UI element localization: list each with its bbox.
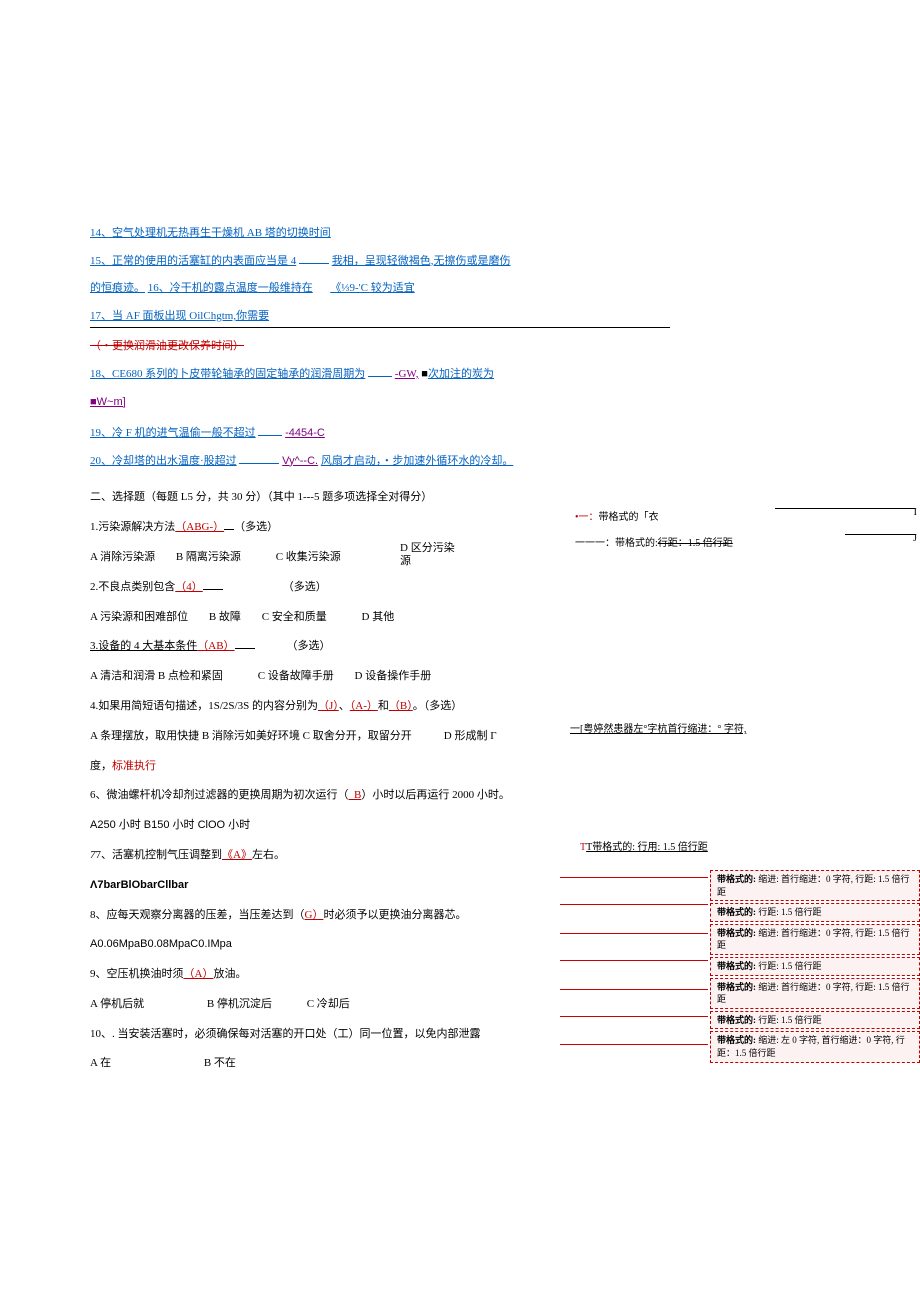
connector-7 bbox=[560, 1044, 708, 1045]
top-callout-note: TT带格式的: 行用: 1.5 倍行距 bbox=[580, 838, 708, 853]
callout-2: 带格式的: 行距: 1.5 倍行距 bbox=[710, 903, 920, 922]
q18b: ■W~m] bbox=[90, 394, 670, 412]
q6-opts: A250 小时 B150 小时 ClOO 小时 bbox=[90, 816, 670, 836]
q19: 19、冷 F 机的进气温偷一般不超过 -4454-C bbox=[90, 425, 670, 443]
q10-stem: 10、. 当安装活塞时，必须确保每对活塞的开口处（工）同一位置，以免内部泄露 bbox=[90, 1025, 670, 1045]
q7-opts: Λ7barBlObarCllbar bbox=[90, 876, 670, 896]
callout-stack: 带格式的: 缩进: 首行缩进：0 字符, 行距: 1.5 倍行距 带格式的: 行… bbox=[710, 870, 920, 1065]
q10-opts: A 在 B 不在 bbox=[90, 1054, 670, 1074]
q1-opts: A 消除污染源 B 隔离污染源 C 收集污染源 D 区分污染源 bbox=[90, 548, 670, 568]
side-note-3: 一[粤婷然患器左°字杭首行缩进：° 字符, bbox=[570, 720, 915, 735]
q9-opts: A 停机后就 B 停机沉淀后 C 冷却后 bbox=[90, 995, 670, 1015]
q14: 14、空气处理机无热再生干燥机 AB 塔的切换时间 bbox=[90, 225, 670, 243]
q3-opts: A 清洁和润滑 B 点检和紧固 C 设备故障手册 D 设备操作手册 bbox=[90, 667, 670, 687]
q9-stem: 9、空压机换油时须（A）放油。 bbox=[90, 965, 670, 985]
q15-line1: 15、正常的使用的活塞缸的内表面应当是 4 我相，呈现轻微褐色,无擦伤或是磨伤 bbox=[90, 253, 670, 271]
q4-stem: 4.如果用简短语句描述，1S/2S/3S 的内容分别为（J）、（A-）和（B）。… bbox=[90, 697, 670, 717]
q6-stem: 6、微油螺杆机冷却剂过滤器的更换周期为初次运行（_B）小时以后再运行 2000 … bbox=[90, 786, 670, 806]
document-body: 14、空气处理机无热再生干燥机 AB 塔的切换时间 15、正常的使用的活塞缸的内… bbox=[90, 225, 670, 1074]
q2-opts: A 污染源和困难部位 B 故障 C 安全和质量 D 其他 bbox=[90, 608, 670, 628]
q17-strike: （・更换润滑油更改保养时间） bbox=[90, 338, 670, 356]
connector-4 bbox=[560, 960, 708, 961]
q17: 17、当 AF 面板出现 OilChgtm,你需要 bbox=[90, 308, 670, 329]
q8-opts: A0.06MpaB0.08MpaC0.IMpa bbox=[90, 935, 670, 955]
callout-1: 带格式的: 缩进: 首行缩进：0 字符, 行距: 1.5 倍行距 bbox=[710, 870, 920, 901]
callout-5: 带格式的: 缩进: 首行缩进：0 字符, 行距: 1.5 倍行距 bbox=[710, 978, 920, 1009]
connector-3 bbox=[560, 933, 708, 934]
connector-2 bbox=[560, 904, 708, 905]
section2-header: 二、选择题（每题 L5 分，共 30 分）（其中 1---5 题多项选择全对得分… bbox=[90, 488, 670, 508]
connector-5 bbox=[560, 989, 708, 990]
callout-7: 带格式的: 缩进: 左 0 字符, 首行缩进：0 字符, 行距：1.5 倍行距 bbox=[710, 1031, 920, 1062]
side-note-2: 一一一：带格式的:行距：1.5 倍行距 J bbox=[575, 534, 915, 549]
callout-3: 带格式的: 缩进: 首行缩进：0 字符, 行距: 1.5 倍行距 bbox=[710, 924, 920, 955]
q18: 18、CE680 系列的卜皮带轮轴承的固定轴承的润滑周期为 -GW, ■次加注的… bbox=[90, 366, 670, 384]
q15-q16: 的恒痕迹。 16、冷干机的露点温度一般维持在 《⅓9-'C 较为适宜 bbox=[90, 280, 670, 298]
connector-6 bbox=[560, 1016, 708, 1017]
callout-4: 带格式的: 行距: 1.5 倍行距 bbox=[710, 957, 920, 976]
q20: 20、冷却塔的出水温度·股超过 Vy^--C. 风扇才启动，・步加速外循环水的冷… bbox=[90, 453, 670, 471]
q4-line2: 度，标准执行 bbox=[90, 757, 670, 777]
q8-stem: 8、应每天观察分离器的压差，当压差达到（G）时必须予以更换油分离器芯。 bbox=[90, 906, 670, 926]
q2-stem: 2.不良点类别包含（4）（多选） bbox=[90, 578, 670, 598]
callout-6: 带格式的: 行距: 1.5 倍行距 bbox=[710, 1011, 920, 1030]
side-note-1: •一：带格式的「衣 I bbox=[575, 508, 915, 523]
q3-stem: 3.设备的 4 大基本条件（AB）（多选） bbox=[90, 637, 670, 657]
connector-1 bbox=[560, 877, 708, 878]
